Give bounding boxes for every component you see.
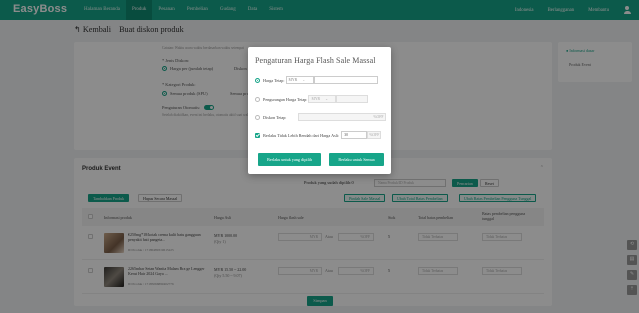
chevron-down-icon: ⌄ bbox=[325, 97, 328, 101]
radio-unselected-icon bbox=[255, 114, 260, 120]
bulk-flash-price-modal: Pengaturan Harga Flash Sale Massal Harga… bbox=[248, 47, 391, 174]
apply-all-button[interactable]: Berlaku untuk Semua bbox=[329, 153, 384, 166]
option-fixed-price[interactable]: Harga Tetap: MYR ⌄ bbox=[255, 76, 378, 84]
min-price-suffix: %OFF bbox=[367, 131, 382, 139]
radio-unselected-icon bbox=[255, 96, 260, 102]
reduction-currency-select[interactable]: MYR ⌄ bbox=[308, 95, 337, 103]
radio-selected-icon bbox=[255, 77, 260, 83]
fixed-price-input[interactable] bbox=[313, 76, 378, 84]
fixed-discount-input[interactable]: %OFF bbox=[298, 113, 387, 121]
option-price-reduction[interactable]: Pengurangan Harga Tetap: MYR ⌄ bbox=[255, 95, 369, 103]
checkbox-checked-icon bbox=[255, 132, 260, 138]
apply-selected-button[interactable]: Berlaku untuk yang dipilih bbox=[258, 153, 321, 166]
option-min-price-check[interactable]: Berlaku Tidak Lebih Rendah dari Harga As… bbox=[255, 131, 382, 139]
chevron-down-icon: ⌄ bbox=[302, 78, 306, 82]
reduction-input[interactable] bbox=[336, 95, 369, 103]
min-price-percent-input[interactable]: 30 bbox=[341, 131, 368, 139]
fixed-price-currency-select[interactable]: MYR ⌄ bbox=[285, 76, 314, 84]
modal-title: Pengaturan Harga Flash Sale Massal bbox=[255, 56, 376, 65]
option-fixed-discount[interactable]: Diskon Tetap: %OFF bbox=[255, 113, 387, 121]
